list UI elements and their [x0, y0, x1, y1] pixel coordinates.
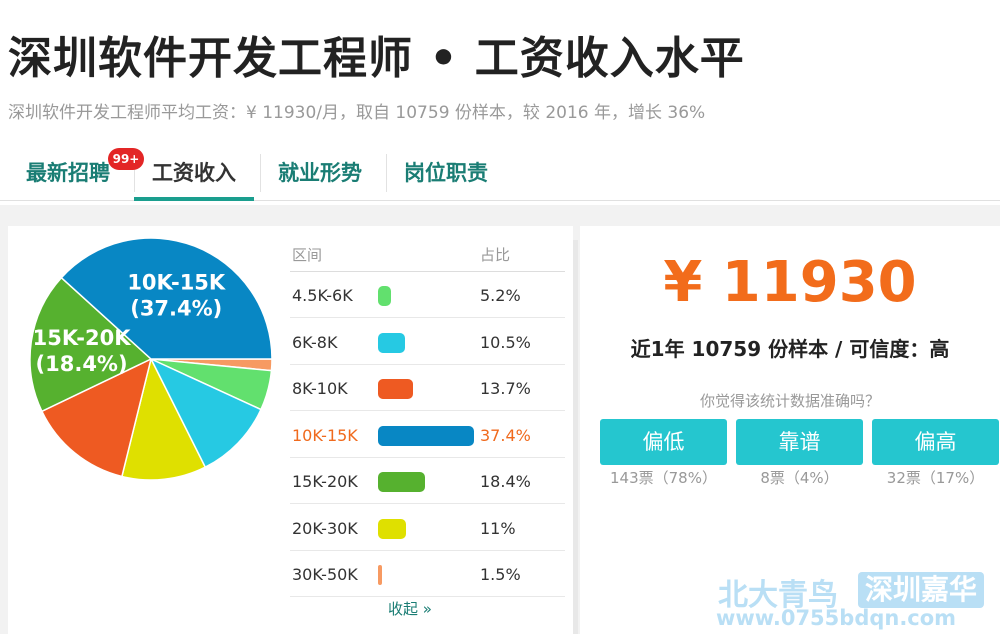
watermark-box: 深圳嘉华: [858, 572, 984, 608]
share-bar: [378, 332, 405, 353]
vote-high-button[interactable]: 偏高: [872, 419, 999, 465]
table-row: 10K-15K 37.4%: [290, 412, 565, 458]
share-percent: 37.4%: [480, 425, 531, 445]
range-column-header: 区间: [292, 246, 323, 264]
page-subtitle: 深圳软件开发工程师平均工资：¥ 11930/月，取自 10759 份样本，较 2…: [8, 103, 706, 123]
share-bar: [378, 518, 407, 539]
tab-employment[interactable]: 就业形势: [260, 148, 380, 201]
share-bar: [378, 379, 414, 399]
table-row: 20K-30K 11%: [290, 505, 565, 551]
collapse-link[interactable]: 收起 »: [388, 598, 432, 619]
table-header: 区间 占比: [290, 240, 565, 272]
sample-info: 近1年 10759 份样本 / 可信度：高: [630, 337, 950, 361]
range-label: 15K-20K: [292, 472, 358, 491]
new-jobs-badge: 99+: [108, 148, 144, 170]
share-percent: 10.5%: [480, 332, 531, 352]
accuracy-question: 你觉得该统计数据准确吗？: [699, 392, 880, 410]
salary-pie-chart: 10K-15K(37.4%) 15K-20K(18.4%): [29, 237, 273, 481]
vote-accurate-button[interactable]: 靠谱: [736, 419, 863, 465]
pie-label-10K-15K: (37.4%): [130, 297, 222, 321]
pie-label-15K-20K: (18.4%): [36, 352, 128, 376]
share-percent: 18.4%: [480, 472, 531, 491]
range-label: 4.5K-6K: [292, 286, 353, 305]
range-label: 8K-10K: [292, 379, 348, 398]
tab-duties[interactable]: 岗位职责: [386, 148, 506, 201]
share-percent: 13.7%: [480, 379, 531, 398]
range-label: 6K-8K: [292, 332, 338, 352]
vote-low-button[interactable]: 偏低: [600, 419, 727, 465]
range-label: 10K-15K: [292, 425, 358, 445]
range-label: 20K-30K: [292, 518, 358, 538]
share-bar: [378, 425, 474, 446]
average-salary: ¥ 11930: [663, 250, 917, 315]
share-bar: [378, 565, 382, 585]
watermark-url: www.0755bdqn.com: [716, 606, 957, 630]
page-title: 深圳软件开发工程师 • 工资收入水平: [8, 33, 745, 84]
panel-divider: [573, 240, 578, 634]
pie-label-15K-20K: 15K-20K: [33, 326, 132, 350]
pie-label-10K-15K: 10K-15K: [127, 271, 226, 295]
share-bar: [378, 286, 392, 306]
range-label: 30K-50K: [292, 565, 358, 584]
table-row: 6K-8K 10.5%: [290, 319, 565, 365]
share-percent: 5.2%: [480, 286, 521, 305]
share-bar: [378, 472, 426, 492]
share-percent: 1.5%: [480, 565, 521, 584]
percent-column-header: 占比: [480, 246, 511, 264]
table-row: 15K-20K 18.4%: [290, 458, 565, 504]
tab-bar: 最新招聘 工资收入 就业形势 岗位职责: [0, 148, 1000, 201]
table-row: 4.5K-6K 5.2%: [290, 272, 565, 318]
vote-low-count: 143票（78%）: [610, 469, 717, 487]
vote-high-count: 32票（17%）: [886, 469, 985, 487]
share-percent: 11%: [480, 518, 516, 538]
table-row: 30K-50K 1.5%: [290, 551, 565, 597]
table-row: 8K-10K 13.7%: [290, 365, 565, 411]
tab-salary[interactable]: 工资收入: [134, 148, 254, 201]
page-header: 深圳软件开发工程师 • 工资收入水平 深圳软件开发工程师平均工资：¥ 11930…: [0, 0, 1000, 205]
vote-accurate-count: 8票（4%）: [760, 469, 839, 487]
